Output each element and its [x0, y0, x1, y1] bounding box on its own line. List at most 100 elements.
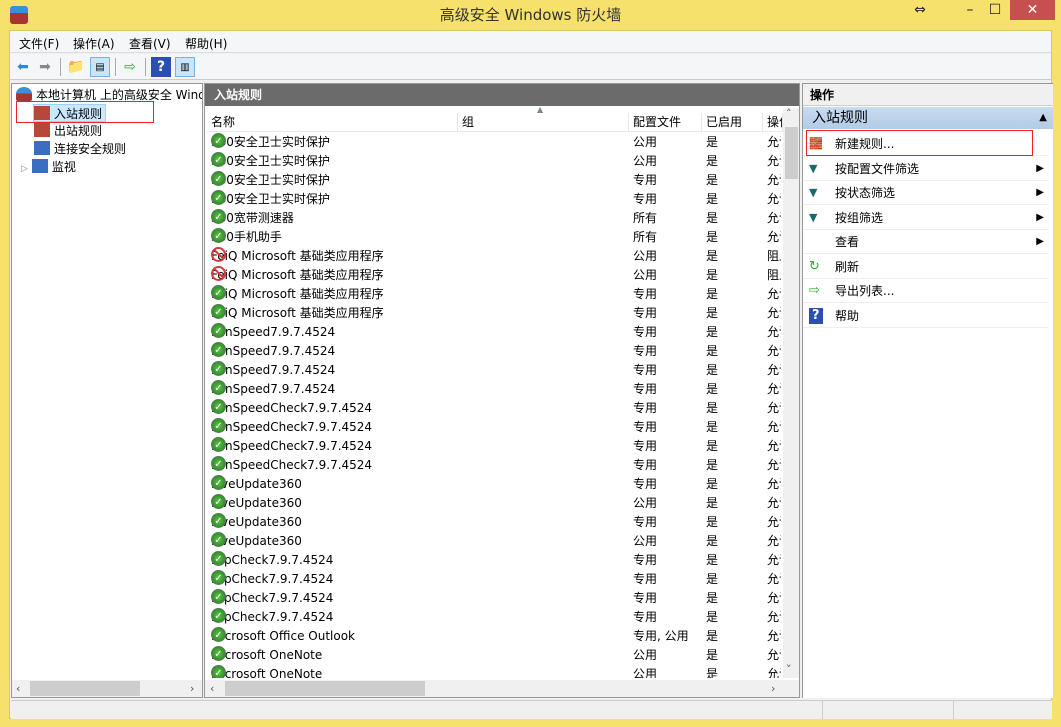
forward-icon[interactable]: ➡: [35, 57, 55, 77]
allow-icon: ✓: [211, 494, 226, 509]
rule-profile: 专用: [633, 192, 658, 206]
action-item[interactable]: ↻ 刷新: [803, 255, 1048, 279]
highlight-box: [16, 101, 154, 123]
rule-profile: 公用: [633, 154, 658, 168]
rule-profile: 专用: [633, 477, 658, 491]
close-button[interactable]: ✕: [1010, 0, 1055, 20]
action-item[interactable]: ? 帮助: [803, 304, 1048, 328]
rule-row[interactable]: FeiQ Microsoft 基础类应用程序 公用 是 阻止: [207, 247, 783, 266]
action-item[interactable]: ⇨ 导出列表...: [803, 279, 1048, 303]
filter-icon: ▼: [809, 186, 818, 199]
tree-item-connection-security-rules[interactable]: 连接安全规则: [34, 140, 126, 158]
expand-icon[interactable]: ▷: [21, 164, 28, 174]
rule-row[interactable]: ✓LiveUpdate360 公用 是 允许: [207, 532, 783, 551]
rule-row[interactable]: ✓360安全卫士实时保护 公用 是 允许: [207, 152, 783, 171]
show-hide-action-pane-icon[interactable]: ▥: [175, 57, 195, 77]
rule-row[interactable]: ✓FeiQ Microsoft 基础类应用程序 专用 是 允许: [207, 285, 783, 304]
col-group[interactable]: 组: [458, 113, 629, 131]
rule-enabled: 是: [706, 420, 719, 434]
rule-row[interactable]: ✓LanSpeed7.9.7.4524 专用 是 允许: [207, 380, 783, 399]
menu-view[interactable]: 查看(V): [129, 35, 171, 52]
action-item[interactable]: 查看 ▶: [803, 230, 1048, 254]
col-profile[interactable]: 配置文件: [629, 113, 702, 131]
maximize-button[interactable]: ☐: [983, 0, 1007, 20]
tree-item-monitoring[interactable]: ▷ 监视: [21, 158, 76, 176]
action-item[interactable]: ▼ 按组筛选 ▶: [803, 206, 1048, 230]
col-enabled[interactable]: 已启用: [702, 113, 763, 131]
rule-row[interactable]: ✓LspCheck7.9.7.4524 专用 是 允许: [207, 608, 783, 627]
rule-row[interactable]: ✓360宽带测速器 所有 是 允许: [207, 209, 783, 228]
allow-icon: ✓: [211, 456, 226, 471]
rule-row[interactable]: ✓LanSpeedCheck7.9.7.4524 专用 是 允许: [207, 456, 783, 475]
actions-section-inbound-rules[interactable]: 入站规则 ▲: [803, 107, 1053, 129]
rule-profile: 专用, 公用: [633, 629, 689, 643]
rule-row[interactable]: ✓LspCheck7.9.7.4524 专用 是 允许: [207, 551, 783, 570]
rule-row[interactable]: ✓360手机助手 所有 是 允许: [207, 228, 783, 247]
status-bar: [11, 700, 1052, 719]
rule-name: 360安全卫士实时保护: [211, 192, 330, 206]
allow-icon: ✓: [211, 551, 226, 566]
action-item[interactable]: ▼ 按状态筛选 ▶: [803, 181, 1048, 205]
rule-enabled: 是: [706, 173, 719, 187]
menu-action[interactable]: 操作(A): [73, 35, 115, 52]
rule-row[interactable]: ✓LanSpeedCheck7.9.7.4524 专用 是 允许: [207, 418, 783, 437]
rule-name: LspCheck7.9.7.4524: [211, 591, 334, 605]
rule-profile: 公用: [633, 496, 658, 510]
rule-row[interactable]: ✓LanSpeed7.9.7.4524 专用 是 允许: [207, 361, 783, 380]
rule-row[interactable]: ✓Microsoft OneNote 公用 是 允许: [207, 665, 783, 678]
rules-hscrollbar[interactable]: ‹ ›: [205, 680, 799, 697]
rule-row[interactable]: ✓LanSpeed7.9.7.4524 专用 是 允许: [207, 323, 783, 342]
tree-label: 连接安全规则: [54, 142, 127, 156]
rule-row[interactable]: ✓LiveUpdate360 专用 是 允许: [207, 513, 783, 532]
block-icon: [211, 247, 226, 262]
allow-icon: ✓: [211, 665, 226, 678]
rule-row[interactable]: ✓LspCheck7.9.7.4524 专用 是 允许: [207, 589, 783, 608]
rules-vscrollbar[interactable]: ˄ ˅: [783, 107, 799, 678]
restore-icon[interactable]: ⇔: [910, 0, 930, 20]
rule-name: Microsoft Office Outlook: [211, 629, 355, 643]
rule-profile: 专用: [633, 610, 658, 624]
rule-row[interactable]: ✓360安全卫士实时保护 公用 是 允许: [207, 133, 783, 152]
rule-profile: 公用: [633, 534, 658, 548]
rule-row[interactable]: ✓Microsoft Office Outlook 专用, 公用 是 允许: [207, 627, 783, 646]
menu-help[interactable]: 帮助(H): [185, 35, 227, 52]
rule-profile: 公用: [633, 249, 658, 263]
up-folder-icon[interactable]: 📁: [66, 57, 86, 77]
back-icon[interactable]: ⬅: [13, 57, 33, 77]
export-icon[interactable]: ⇨: [120, 57, 140, 77]
rule-action: 允许: [767, 154, 781, 168]
filter-icon: ▼: [809, 210, 818, 224]
rule-row[interactable]: ✓FeiQ Microsoft 基础类应用程序 专用 是 允许: [207, 304, 783, 323]
rule-row[interactable]: ✓360安全卫士实时保护 专用 是 允许: [207, 190, 783, 209]
collapse-icon[interactable]: ▲: [1039, 107, 1047, 129]
rule-row[interactable]: ✓LiveUpdate360 专用 是 允许: [207, 475, 783, 494]
rule-enabled: 是: [706, 401, 719, 415]
rule-row[interactable]: ✓LanSpeedCheck7.9.7.4524 专用 是 允许: [207, 399, 783, 418]
menu-file[interactable]: 文件(F): [19, 35, 59, 52]
col-action[interactable]: 操作: [763, 113, 783, 131]
allow-icon: ✓: [211, 342, 226, 357]
tree-item-outbound-rules[interactable]: 出站规则: [34, 122, 102, 140]
rule-action: 允许: [767, 515, 781, 529]
rule-row[interactable]: ✓360安全卫士实时保护 专用 是 允许: [207, 171, 783, 190]
rule-row[interactable]: ✓LiveUpdate360 公用 是 允许: [207, 494, 783, 513]
rules-list: ✓360安全卫士实时保护 公用 是 允许✓360安全卫士实时保护 公用 是 允许…: [207, 133, 783, 678]
minimize-button[interactable]: –: [958, 0, 982, 20]
show-hide-tree-icon[interactable]: ▤: [90, 57, 110, 77]
rule-row[interactable]: ✓LanSpeed7.9.7.4524 专用 是 允许: [207, 342, 783, 361]
rule-row[interactable]: ✓Microsoft OneNote 公用 是 允许: [207, 646, 783, 665]
rule-row[interactable]: ✓LanSpeedCheck7.9.7.4524 专用 是 允许: [207, 437, 783, 456]
allow-icon: ✓: [211, 190, 226, 205]
rule-enabled: 是: [706, 363, 719, 377]
rule-profile: 专用: [633, 325, 658, 339]
rule-action: 允许: [767, 344, 781, 358]
rule-row[interactable]: FeiQ Microsoft 基础类应用程序 公用 是 阻止: [207, 266, 783, 285]
help-icon[interactable]: ?: [151, 57, 171, 77]
rule-row[interactable]: ✓LspCheck7.9.7.4524 专用 是 允许: [207, 570, 783, 589]
rule-action: 允许: [767, 534, 781, 548]
col-name[interactable]: 名称: [207, 113, 458, 131]
action-item[interactable]: ▼ 按配置文件筛选 ▶: [803, 157, 1048, 181]
tree-hscrollbar[interactable]: ‹ ›: [12, 680, 202, 697]
sort-arrow-icon: ▲: [537, 105, 544, 114]
allow-icon: ✓: [211, 475, 226, 490]
